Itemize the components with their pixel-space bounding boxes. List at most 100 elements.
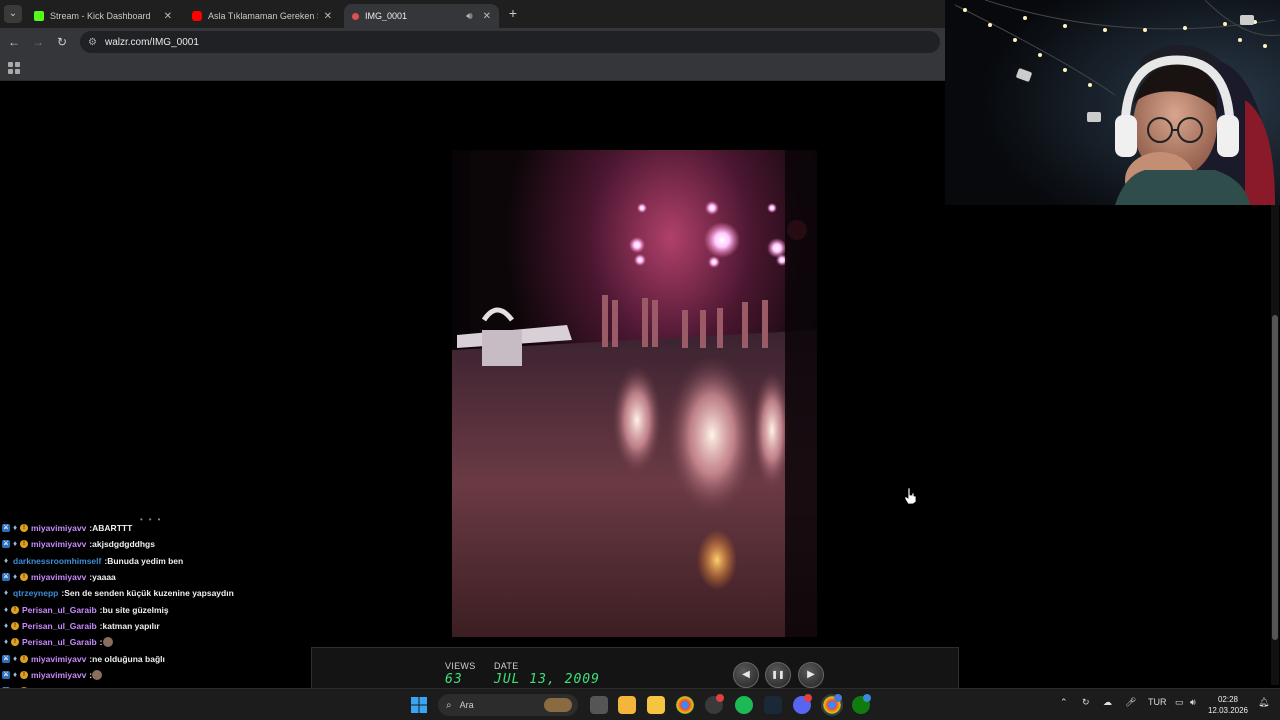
speaker-icon[interactable]: 🔊︎ [466,11,472,22]
chat-username[interactable]: Perisan_ul_Garaib [22,637,97,647]
drop-badge-icon: ♦ [12,669,18,679]
drop-badge-icon: ♦ [3,555,9,565]
chat-username[interactable]: darknessroomhimself [13,556,101,566]
drop-badge-icon: ♦ [12,572,18,582]
next-icon: ▶ [807,669,815,680]
volume-icon[interactable]: 🔊︎ [1190,697,1196,708]
system-clock[interactable]: 02:28 12.03.2026 [1204,694,1252,716]
chat-badges: ⚔♦! [2,572,28,582]
microphone-icon[interactable]: 🎤︎ [1125,697,1136,708]
back-button[interactable]: ← [6,34,22,50]
search-placeholder: Ara [459,700,474,710]
notification-bell-icon[interactable]: 🔔︎ [1258,697,1269,708]
subscriber-badge-icon: ! [20,573,28,582]
scrollbar-thumb[interactable] [1272,315,1278,640]
youtube-icon [192,11,202,21]
chat-message: ♦! Perisan_ul_Garaib: katman yapılır [0,618,320,634]
toolbar: ← → ↻ ⚙ walzr.com/IMG_0001 [0,28,945,56]
page-scrollbar[interactable] [1271,205,1279,685]
emote-icon [102,637,113,648]
chat-message: ♦!Perisan_ul_Garaib: [0,634,320,650]
webcam-feed [945,0,1280,205]
chat-badges: ⚔♦! [2,524,28,533]
task-view-icon[interactable] [590,696,608,714]
tab-asla-tiklamaman[interactable]: Asla Tıklamaman Gereken Siteler ✕ [184,4,340,28]
chat-username[interactable]: miyavimiyavv [31,572,86,582]
next-button[interactable]: ▶ [798,662,824,688]
chat-badges: ⚔♦! [2,654,28,663]
steam-icon[interactable] [764,696,782,714]
pause-button[interactable]: ❚❚ [765,662,791,688]
previous-icon: ◀ [742,669,750,680]
chat-message-text: bu site güzelmiş [102,604,169,615]
chat-username[interactable]: qtrzeynepp [13,588,58,598]
chat-username[interactable]: miyavimiyavv [31,654,86,664]
tab-title: Stream - Kick Dashboard [50,11,151,21]
taskbar-search-box[interactable]: ⌕ Ara [438,694,578,716]
moderator-badge-icon: ⚔ [2,573,10,582]
kick-icon [34,11,44,21]
screen: ⌄ Stream - Kick Dashboard ✕ Asla Tıklama… [0,0,1280,720]
chrome-icon[interactable] [676,696,694,714]
chat-username[interactable]: miyavimiyavv [31,539,86,549]
microsoft-store-icon[interactable] [618,696,636,714]
img-0001-photo [452,150,817,637]
chat-message-text: Bunuda yedim ben [107,555,184,566]
chat-badges: ♦! [2,638,19,647]
subscriber-badge-icon: ! [20,670,28,679]
xbox-icon[interactable] [852,694,871,714]
chat-message-text: yaaaa [92,572,116,583]
site-settings-icon[interactable]: ⚙ [88,37,97,48]
new-tab-button[interactable]: + [505,5,521,21]
tab-title: IMG_0001 [365,11,408,21]
windows-taskbar: ⌕ Ara ⌃ ↻ ☁ 🎤︎ TUR ▭ 🔊︎ 02:28 12.03.2026… [0,688,1280,720]
file-explorer-icon[interactable] [647,696,665,714]
address-bar[interactable]: ⚙ walzr.com/IMG_0001 [80,31,940,53]
chat-message: ♦! Perisan_ul_Garaib: bu site güzelmiş [0,601,320,617]
chat-message-text: Sen de senden küçük kuzenine yapsaydın [64,588,234,599]
spotify-icon[interactable] [735,696,753,714]
reload-button[interactable]: ↻ [54,34,70,50]
tab-title: Asla Tıklamaman Gereken Siteler [208,11,318,21]
chat-badges: ♦! [2,605,19,614]
moderator-badge-icon: ⚔ [2,670,10,679]
chat-username[interactable]: Perisan_ul_Garaib [22,605,97,615]
chat-username[interactable]: miyavimiyavv [31,670,86,680]
windows-start-icon[interactable] [410,696,428,714]
apps-grid-icon[interactable] [8,62,20,74]
close-icon[interactable]: ✕ [324,11,332,22]
chat-message-text: akjsdgdgddhgs [92,539,155,550]
chat-username[interactable]: Perisan_ul_Garaib [22,621,97,631]
chat-message: ♦ darknessroomhimself: Bunuda yedim ben [0,553,320,569]
pause-icon: ❚❚ [771,670,785,679]
close-icon[interactable]: ✕ [164,11,172,22]
cloud-icon[interactable]: ☁ [1103,697,1112,708]
moderator-badge-icon: ⚔ [2,524,10,533]
browser-window: ⌄ Stream - Kick Dashboard ✕ Asla Tıklama… [0,0,945,81]
tab-img-0001[interactable]: IMG_0001 🔊︎ ✕ [344,4,499,28]
chrome-active-icon[interactable] [823,694,842,714]
chat-message: ⚔ ♦! miyavimiyavv: yaaaa [0,569,320,585]
close-icon[interactable]: ✕ [483,11,491,22]
moderator-badge-icon: ⚔ [2,654,10,663]
chat-badges: ♦! [2,621,19,630]
previous-button[interactable]: ◀ [733,662,759,688]
chat-username[interactable]: miyavimiyavv [31,523,86,533]
discord-icon[interactable] [793,694,812,714]
forward-button[interactable]: → [30,34,46,50]
language-indicator[interactable]: TUR [1148,697,1167,707]
tab-search-button[interactable]: ⌄ [4,5,22,23]
date-label: DATE [494,661,519,671]
sync-icon[interactable]: ↻ [1082,697,1090,708]
search-highlight-icon [544,698,572,712]
drop-badge-icon: ♦ [12,539,18,549]
chat-badges: ♦ [2,555,10,565]
clock-time: 02:28 [1217,695,1239,704]
chat-message: ⚔ ♦! miyavimiyavv: ne olduğuna bağlı [0,650,320,666]
chat-message-text: ne olduğuna bağlı [92,653,165,664]
chevron-up-icon[interactable]: ⌃ [1060,697,1068,708]
tab-kick-dashboard[interactable]: Stream - Kick Dashboard ✕ [26,4,180,28]
monitor-icon[interactable]: ▭ [1175,697,1184,708]
subscriber-badge-icon: ! [20,540,28,549]
clipchamp-icon[interactable] [705,694,724,714]
